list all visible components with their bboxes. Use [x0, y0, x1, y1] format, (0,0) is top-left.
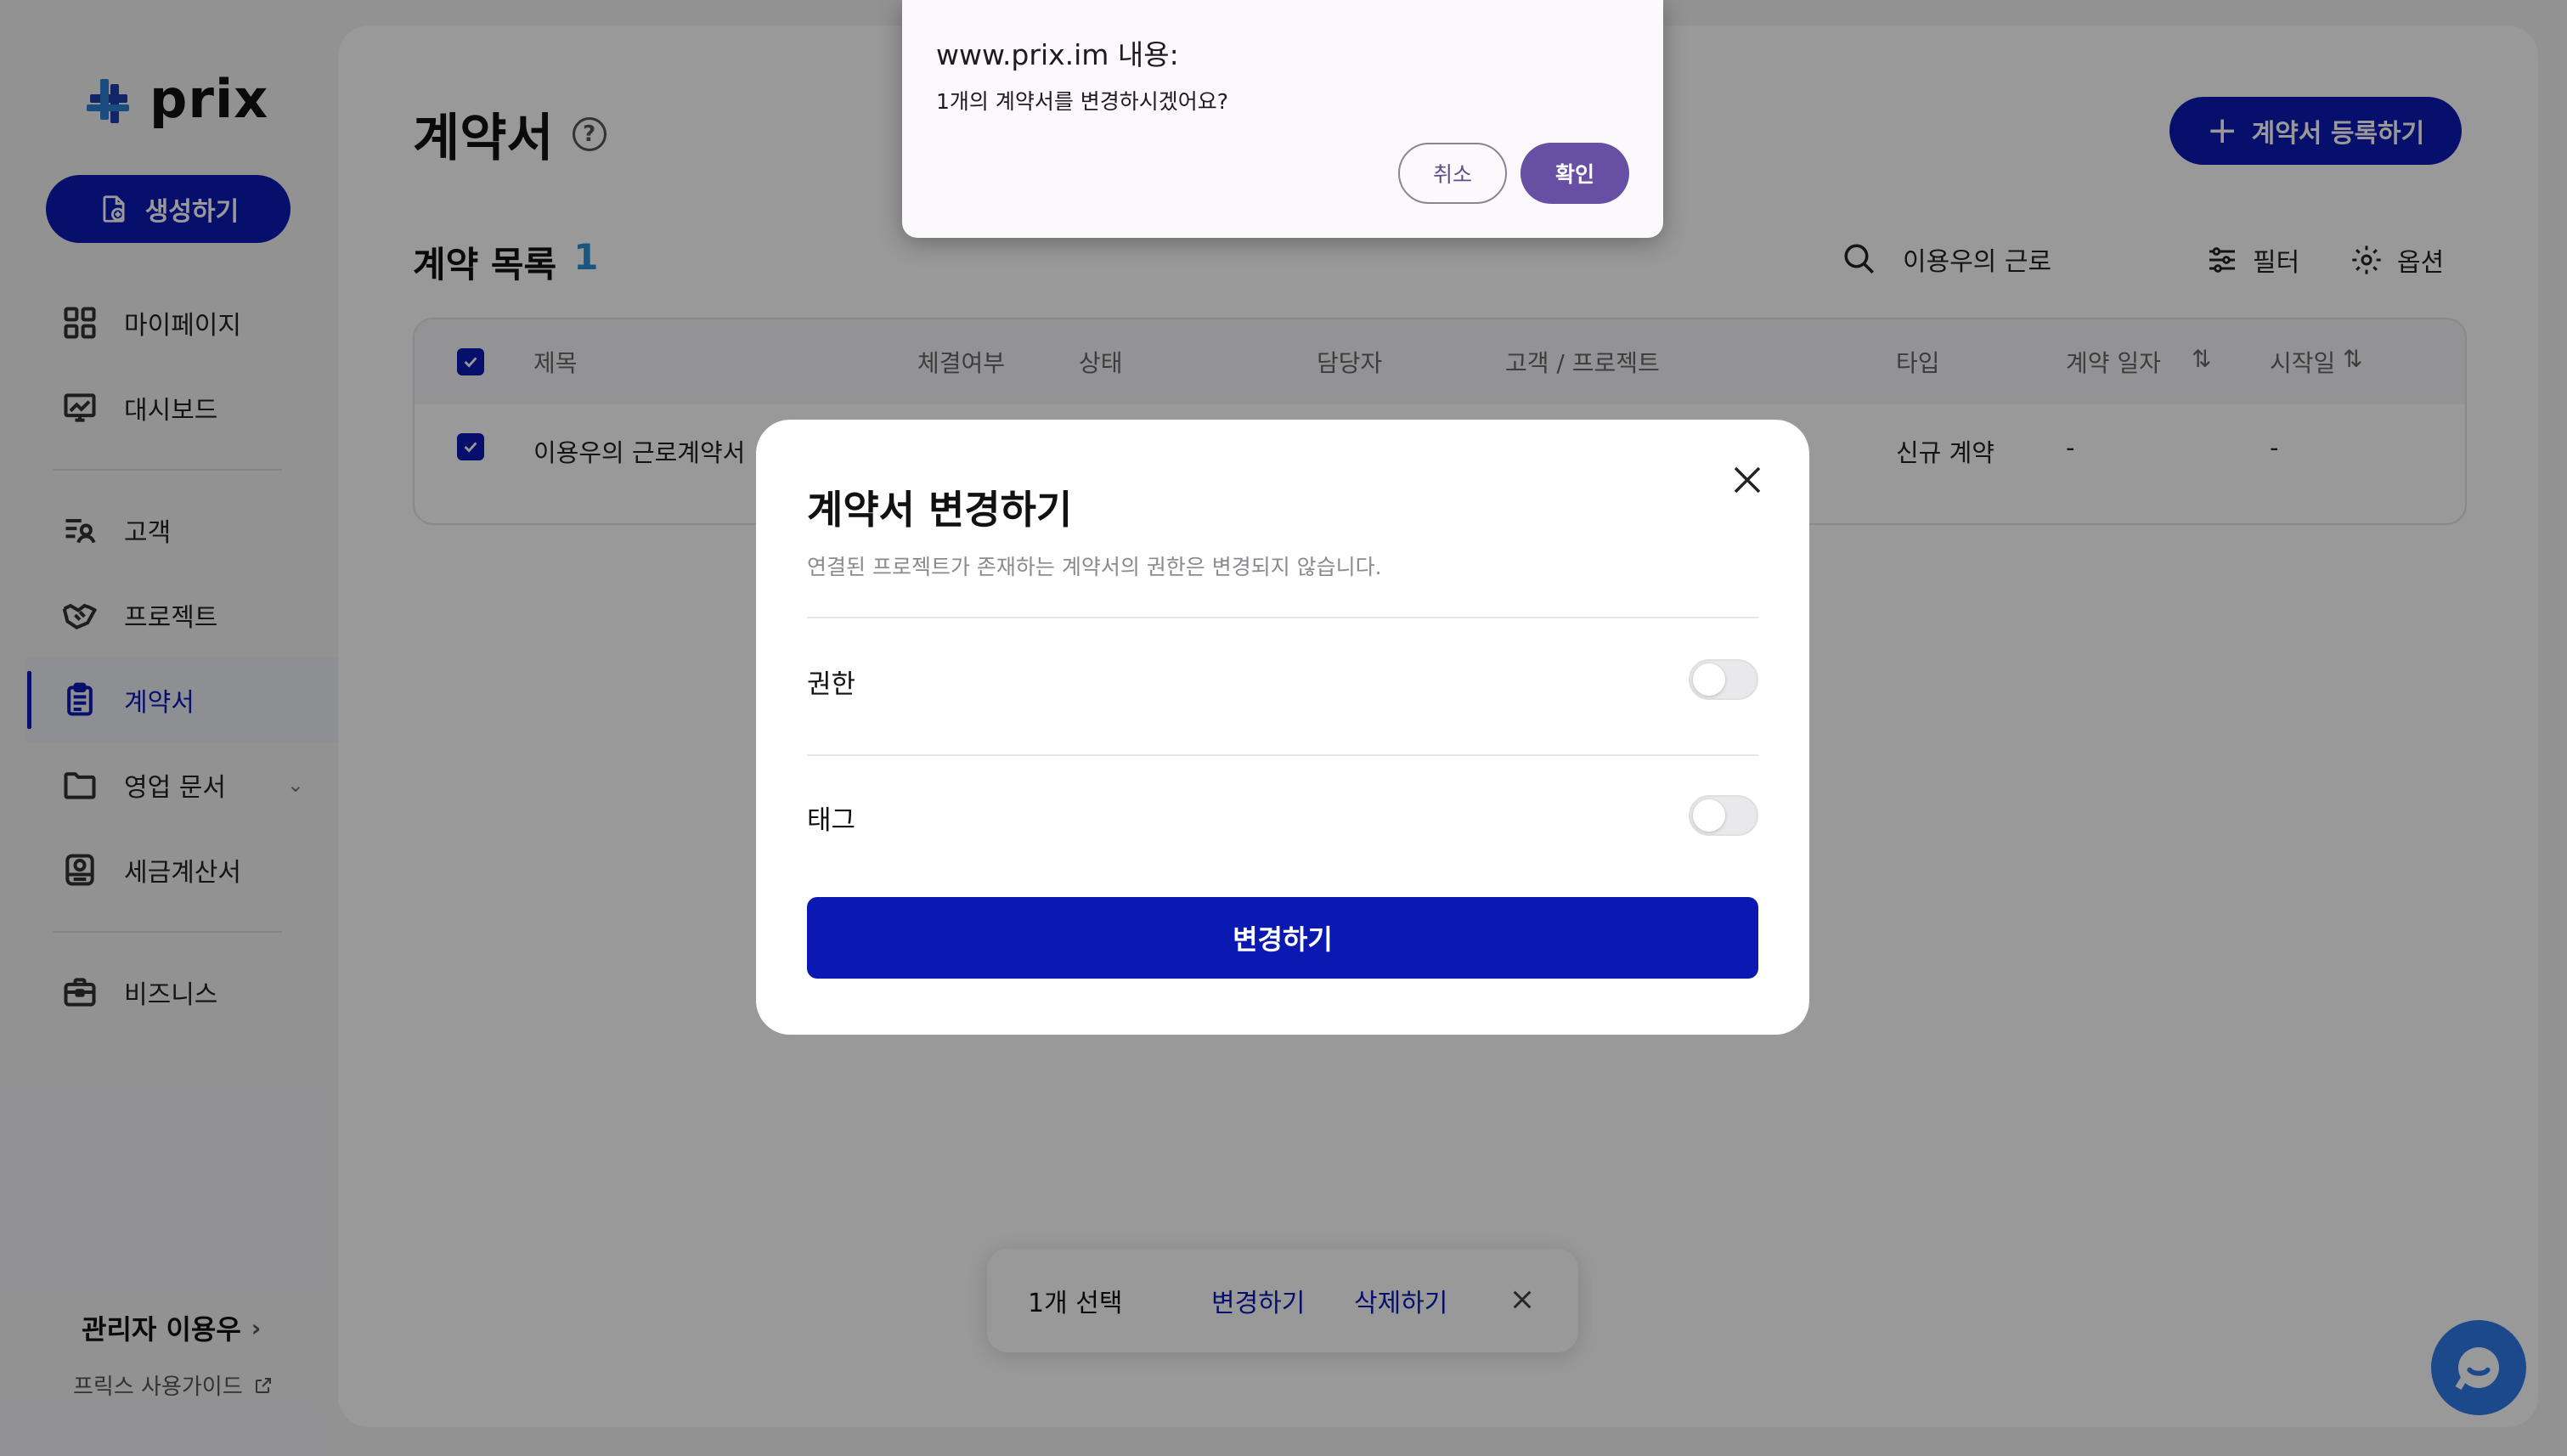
- change-contract-modal: 계약서 변경하기 연결된 프로젝트가 존재하는 계약서의 권한은 변경되지 않습…: [756, 420, 1809, 1035]
- confirm-ok-button[interactable]: 확인: [1520, 143, 1629, 204]
- confirm-cancel-button[interactable]: 취소: [1398, 143, 1507, 204]
- modal-divider: [807, 617, 1758, 618]
- confirm-title: www.prix.im 내용:: [936, 38, 1179, 71]
- toggle-knob: [1693, 663, 1725, 696]
- browser-confirm-dialog: www.prix.im 내용: 1개의 계약서를 변경하시겠어요? 취소 확인: [902, 0, 1663, 238]
- tag-toggle[interactable]: [1689, 795, 1758, 836]
- permission-label: 권한: [807, 669, 856, 700]
- toggle-knob: [1693, 799, 1725, 832]
- confirm-message: 1개의 계약서를 변경하시겠어요?: [936, 89, 1229, 114]
- modal-subtitle: 연결된 프로젝트가 존재하는 계약서의 권한은 변경되지 않습니다.: [807, 555, 1382, 579]
- close-icon[interactable]: [1729, 462, 1765, 498]
- permission-toggle[interactable]: [1689, 659, 1758, 700]
- modal-divider: [807, 754, 1758, 756]
- tag-label: 태그: [807, 805, 856, 836]
- modal-title: 계약서 변경하기: [807, 487, 1073, 533]
- submit-change-button[interactable]: 변경하기: [807, 897, 1758, 979]
